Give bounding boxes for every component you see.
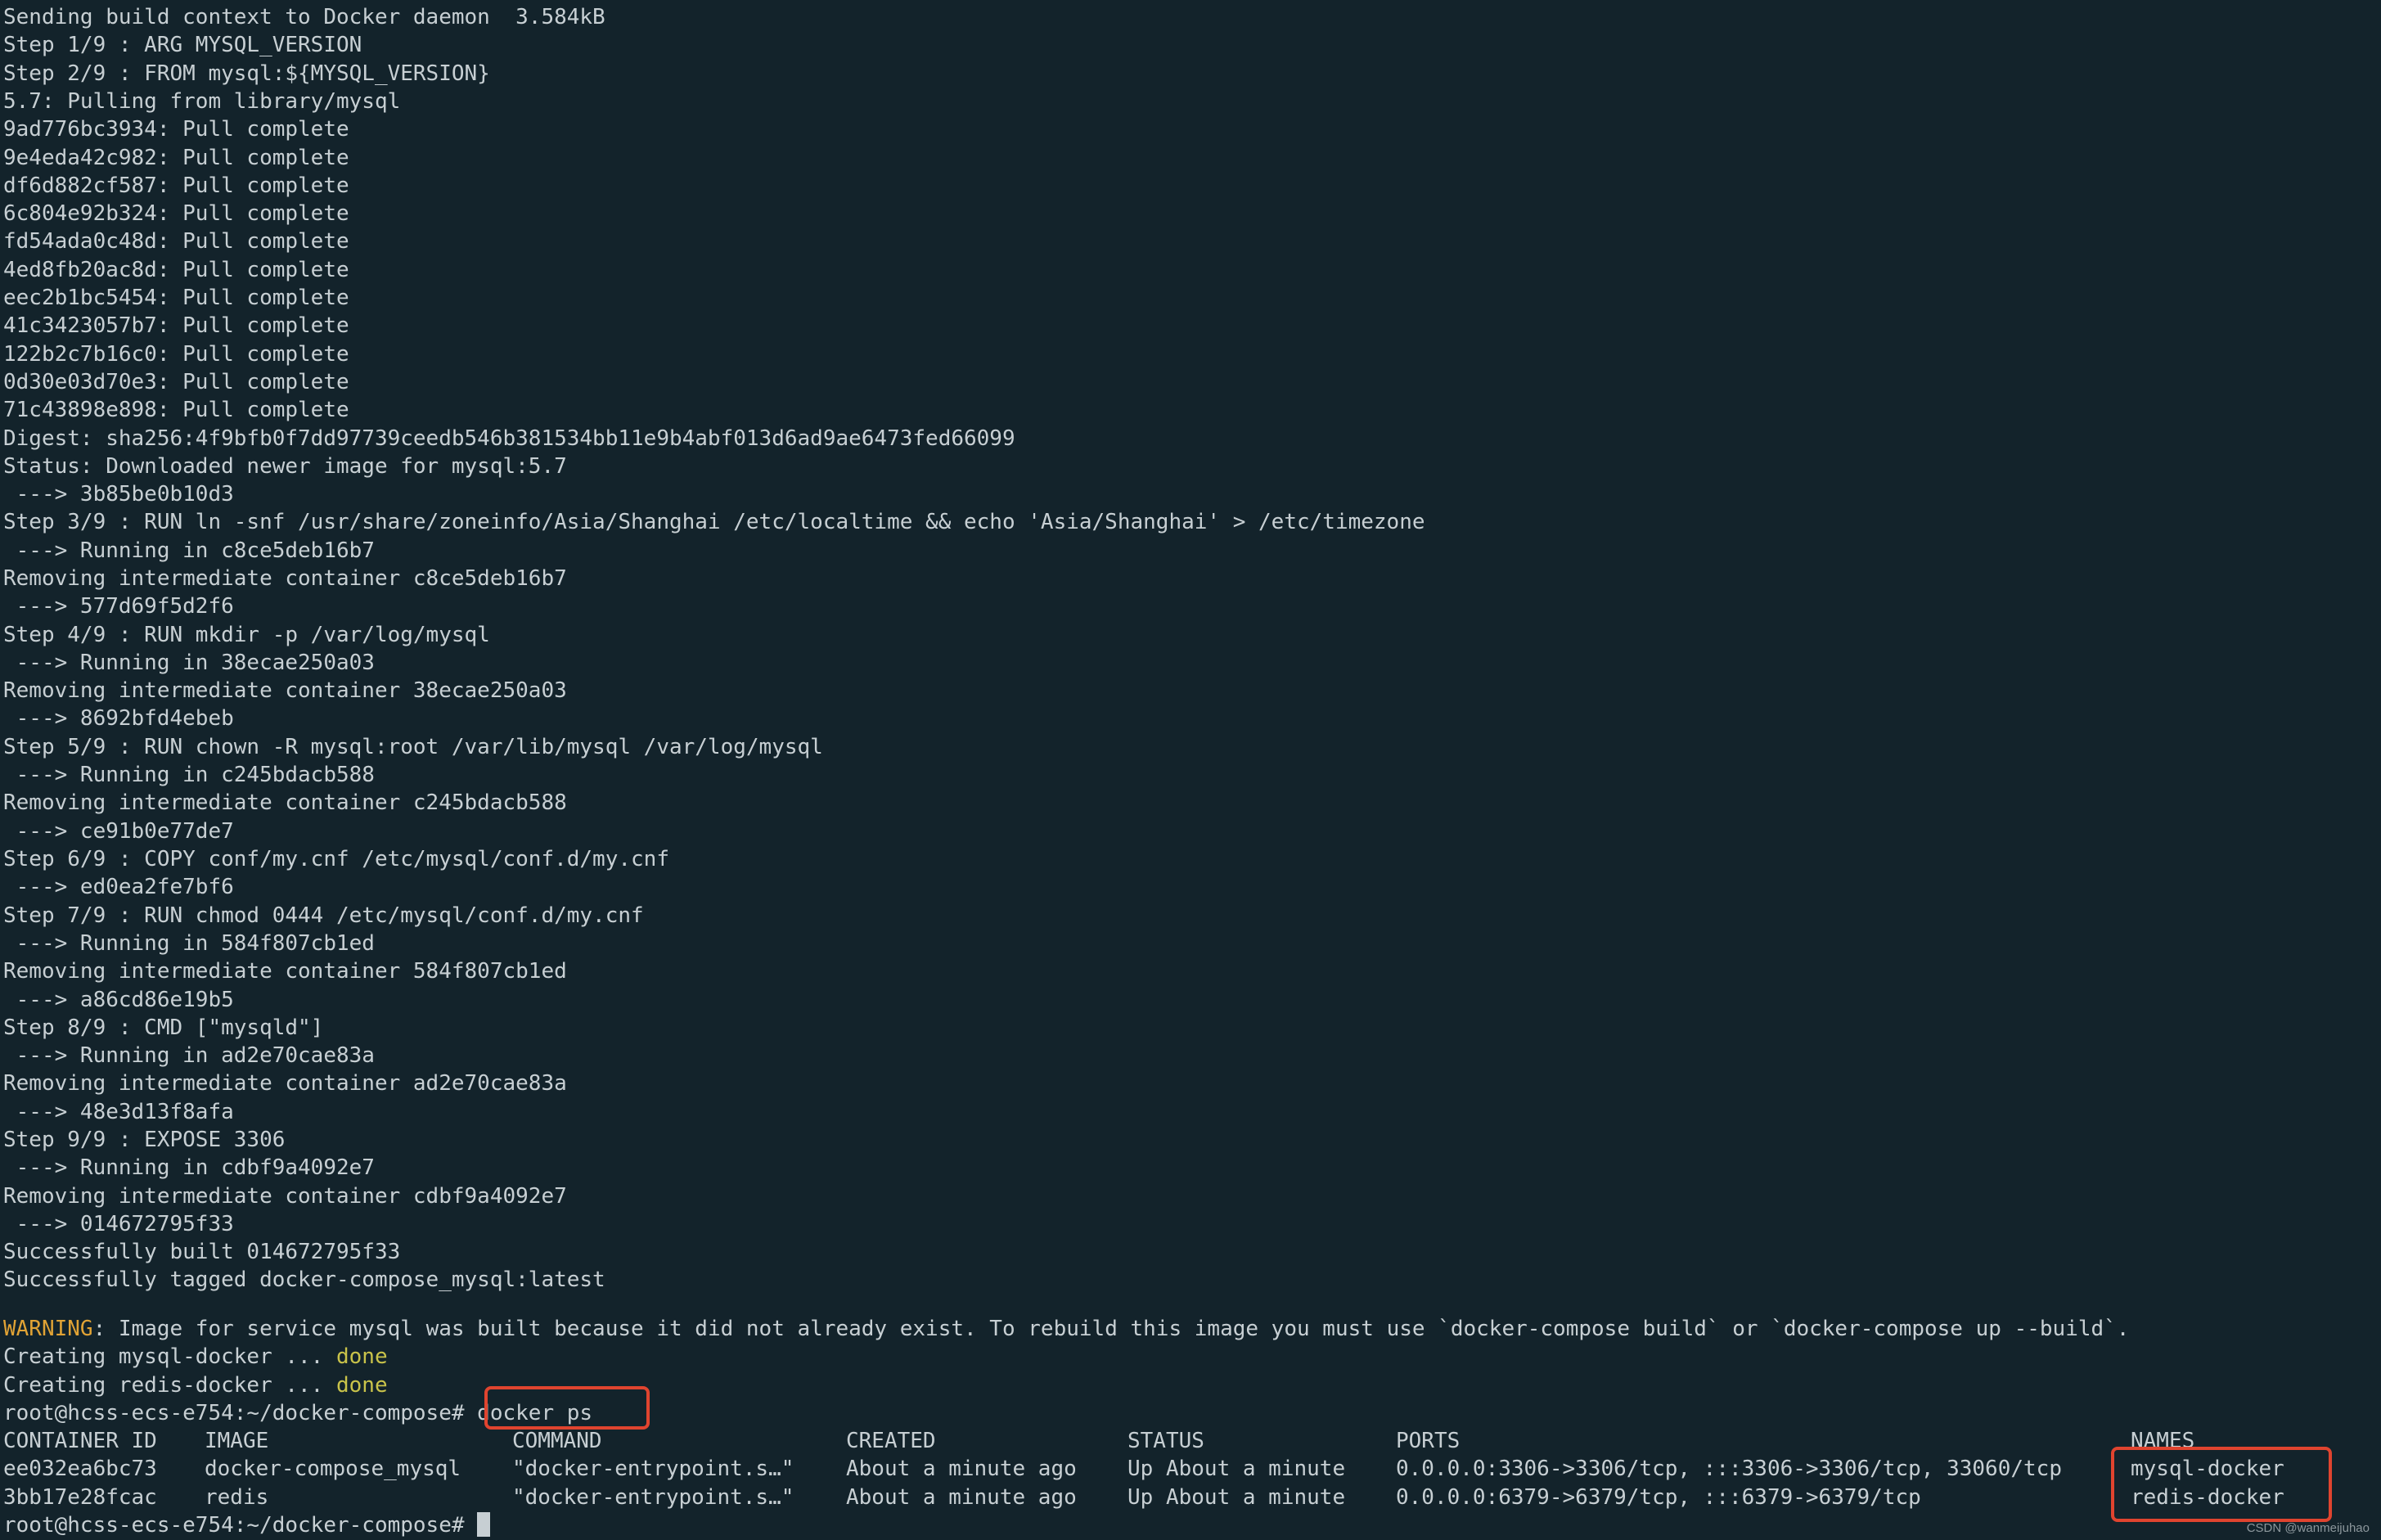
output-line: Digest: sha256:4f9bfb0f7dd97739ceedb546b… — [3, 426, 1015, 451]
header-created: CREATED — [846, 1429, 936, 1453]
output-line: ---> 014672795f33 — [3, 1212, 234, 1236]
output-line: Successfully tagged docker-compose_mysql… — [3, 1268, 605, 1292]
output-line: ---> a86cd86e19b5 — [3, 988, 234, 1012]
output-line: ---> ce91b0e77de7 — [3, 819, 234, 844]
creating-mysql-status: done — [336, 1344, 388, 1369]
warning-line: WARNING: Image for service mysql was bui… — [3, 1315, 2129, 1343]
warning-label: WARNING — [3, 1317, 93, 1341]
output-line: ---> 48e3d13f8afa — [3, 1100, 234, 1124]
row-command: "docker-entrypoint.s…" — [512, 1485, 794, 1510]
output-line: Step 4/9 : RUN mkdir -p /var/log/mysql — [3, 623, 490, 647]
header-command: COMMAND — [512, 1429, 602, 1453]
creating-redis-status: done — [336, 1373, 388, 1398]
output-line: Step 1/9 : ARG MYSQL_VERSION — [3, 33, 362, 57]
output-line: ---> Running in ad2e70cae83a — [3, 1043, 375, 1068]
header-status: STATUS — [1127, 1429, 1204, 1453]
output-line: ---> 8692bfd4ebeb — [3, 706, 234, 731]
warning-text: : Image for service mysql was built beca… — [92, 1317, 2130, 1341]
cursor-icon — [477, 1512, 491, 1537]
output-line: Step 5/9 : RUN chown -R mysql:root /var/… — [3, 735, 823, 759]
header-image: IMAGE — [205, 1429, 269, 1453]
output-line: Step 8/9 : CMD ["mysqld"] — [3, 1015, 324, 1040]
output-line: Removing intermediate container c8ce5deb… — [3, 566, 567, 591]
output-line: df6d882cf587: Pull complete — [3, 173, 349, 198]
row-ports: 0.0.0.0:3306->3306/tcp, :::3306->3306/tc… — [1396, 1457, 2062, 1481]
output-line: 71c43898e898: Pull complete — [3, 398, 349, 422]
output-line: Removing intermediate container 584f807c… — [3, 959, 567, 984]
output-line: ---> ed0ea2fe7bf6 — [3, 875, 234, 899]
output-line: Step 3/9 : RUN ln -snf /usr/share/zonein… — [3, 510, 1425, 534]
terminal-window[interactable]: Sending build context to Docker daemon 3… — [0, 0, 2381, 1540]
header-ports: PORTS — [1396, 1429, 1461, 1453]
creating-mysql-line: Creating mysql-docker ... done — [3, 1343, 388, 1371]
row-created: About a minute ago — [846, 1457, 1077, 1481]
output-line: Removing intermediate container ad2e70ca… — [3, 1071, 567, 1096]
row-command: "docker-entrypoint.s…" — [512, 1457, 794, 1481]
docker-ps-highlight — [484, 1386, 650, 1430]
output-line: Sending build context to Docker daemon 3… — [3, 5, 605, 29]
output-line: ---> Running in 38ecae250a03 — [3, 651, 375, 675]
output-line: 9e4eda42c982: Pull complete — [3, 146, 349, 170]
output-line: Step 2/9 : FROM mysql:${MYSQL_VERSION} — [3, 61, 490, 86]
output-line: ---> Running in 584f807cb1ed — [3, 931, 375, 956]
output-line: ---> 577d69f5d2f6 — [3, 594, 234, 619]
final-prompt-line[interactable]: root@hcss-ecs-e754:~/docker-compose# — [3, 1511, 491, 1539]
row-created: About a minute ago — [846, 1485, 1077, 1510]
output-line: 41c3423057b7: Pull complete — [3, 313, 349, 338]
output-line: Step 9/9 : EXPOSE 3306 — [3, 1128, 286, 1152]
creating-redis-line: Creating redis-docker ... done — [3, 1371, 388, 1399]
row-image: redis — [205, 1485, 269, 1510]
row-ports: 0.0.0.0:6379->6379/tcp, :::6379->6379/tc… — [1396, 1485, 1921, 1510]
row-status: Up About a minute — [1127, 1485, 1346, 1510]
output-line: 122b2c7b16c0: Pull complete — [3, 342, 349, 367]
output-line: Removing intermediate container 38ecae25… — [3, 678, 567, 703]
creating-mysql-text: Creating mysql-docker ... — [3, 1344, 336, 1369]
output-line: ---> Running in c245bdacb588 — [3, 763, 375, 787]
output-line: ---> Running in c8ce5deb16b7 — [3, 538, 375, 563]
output-line: 9ad776bc3934: Pull complete — [3, 117, 349, 142]
output-line: fd54ada0c48d: Pull complete — [3, 229, 349, 254]
output-line: eec2b1bc5454: Pull complete — [3, 286, 349, 310]
output-line: Successfully built 014672795f33 — [3, 1240, 401, 1264]
output-line: 4ed8fb20ac8d: Pull complete — [3, 258, 349, 282]
output-line: Removing intermediate container cdbf9a40… — [3, 1184, 567, 1209]
watermark: CSDN @wanmeijuhao — [2246, 1521, 2370, 1535]
names-highlight — [2111, 1447, 2332, 1522]
output-line: Step 7/9 : RUN chmod 0444 /etc/mysql/con… — [3, 903, 644, 928]
output-line: Status: Downloaded newer image for mysql… — [3, 454, 567, 479]
shell-prompt: root@hcss-ecs-e754:~/docker-compose# — [3, 1401, 465, 1425]
output-line: 5.7: Pulling from library/mysql — [3, 89, 401, 114]
header-container-id: CONTAINER ID — [3, 1429, 157, 1453]
output-line: 6c804e92b324: Pull complete — [3, 201, 349, 226]
row-image: docker-compose_mysql — [205, 1457, 461, 1481]
row-status: Up About a minute — [1127, 1457, 1346, 1481]
output-line: Removing intermediate container c245bdac… — [3, 790, 567, 815]
creating-redis-text: Creating redis-docker ... — [3, 1373, 336, 1398]
output-line: Step 6/9 : COPY conf/my.cnf /etc/mysql/c… — [3, 847, 669, 871]
row-container-id: ee032ea6bc73 — [3, 1457, 157, 1481]
row-container-id: 3bb17e28fcac — [3, 1485, 157, 1510]
output-line: ---> Running in cdbf9a4092e7 — [3, 1155, 375, 1180]
output-line: 0d30e03d70e3: Pull complete — [3, 370, 349, 394]
output-line: ---> 3b85be0b10d3 — [3, 482, 234, 507]
shell-prompt: root@hcss-ecs-e754:~/docker-compose# — [3, 1513, 465, 1538]
